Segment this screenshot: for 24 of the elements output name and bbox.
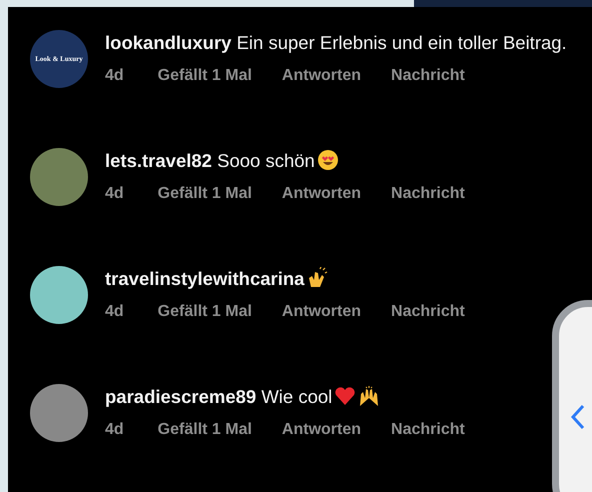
- reply-link[interactable]: Antworten: [282, 421, 362, 439]
- comment-time: 4d: [105, 303, 124, 321]
- message-link[interactable]: Nachricht: [391, 303, 465, 321]
- reply-link[interactable]: Antworten: [282, 185, 362, 203]
- comment-time: 4d: [105, 67, 124, 85]
- comment-time: 4d: [105, 185, 124, 203]
- message-link[interactable]: Nachricht: [391, 421, 465, 439]
- likes-link[interactable]: Gefällt 1 Mal: [158, 303, 252, 321]
- reply-link[interactable]: Antworten: [282, 303, 362, 321]
- heart-eyes-emoji-icon: [316, 149, 339, 171]
- comment-text: travelinstylewithcarina: [105, 264, 575, 293]
- clapping-hands-emoji-icon: [306, 267, 328, 289]
- likes-link[interactable]: Gefällt 1 Mal: [158, 421, 252, 439]
- comment-time: 4d: [105, 421, 124, 439]
- message-link[interactable]: Nachricht: [391, 67, 465, 85]
- comment-text: lookandluxury Ein super Erlebnis und ein toller Beitrag.: [105, 31, 568, 55]
- comment-text: lets.travel82 Sooo schön: [105, 146, 575, 175]
- back-chevron-icon: [570, 404, 586, 430]
- reply-link[interactable]: Antworten: [282, 67, 362, 85]
- likes-link[interactable]: Gefällt 1 Mal: [158, 67, 252, 85]
- likes-link[interactable]: Gefällt 1 Mal: [158, 185, 252, 203]
- heart-emoji-icon: [334, 385, 356, 407]
- message-link[interactable]: Nachricht: [391, 185, 465, 203]
- raised-hands-emoji-icon: [358, 385, 380, 407]
